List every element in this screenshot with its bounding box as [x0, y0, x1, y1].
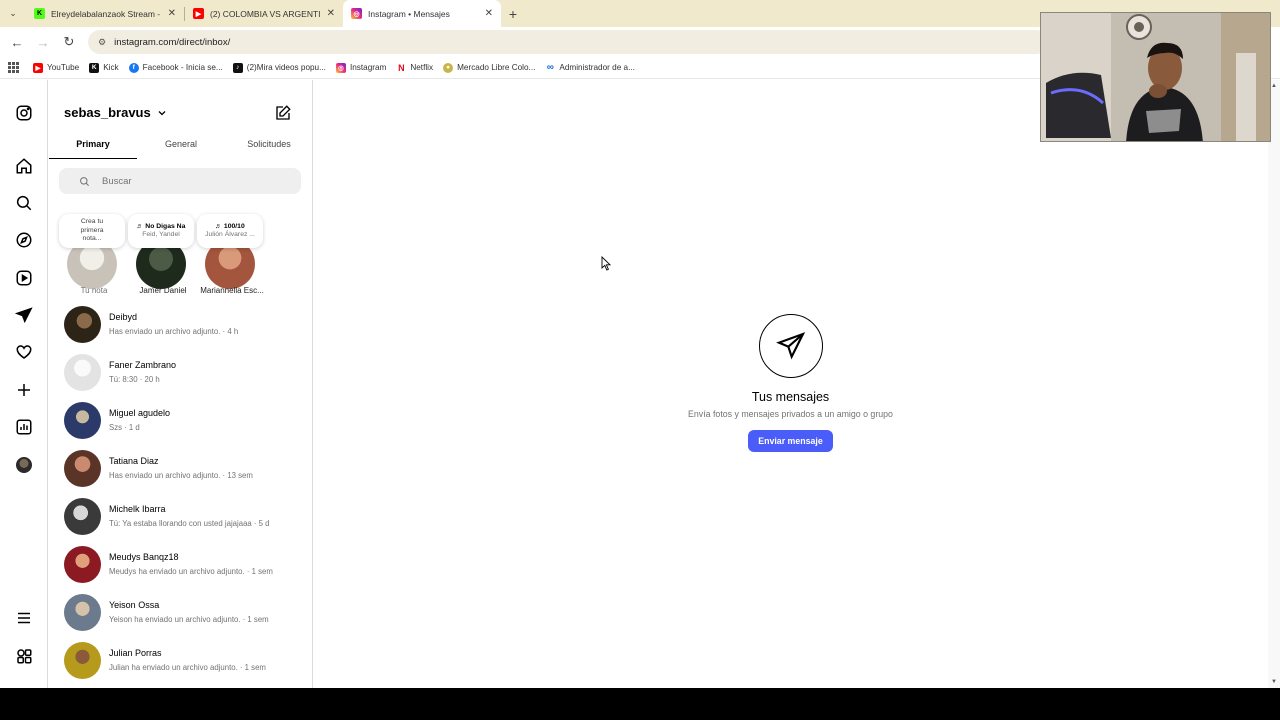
- webcam-image: [1041, 13, 1270, 141]
- avatar: [64, 449, 101, 487]
- menu-icon[interactable]: [14, 608, 34, 628]
- tab-general[interactable]: General: [137, 136, 225, 159]
- reels-icon[interactable]: [14, 268, 34, 288]
- messages-icon[interactable]: [14, 305, 34, 325]
- mercadolibre-icon: ●: [443, 62, 454, 73]
- conversation-pane: Tus mensajes Envía fotos y mensajes priv…: [313, 80, 1268, 688]
- note-bubble[interactable]: ♬ 100/10 Julión Álvarez ...: [197, 214, 263, 248]
- thread-item[interactable]: Michelk Ibarra Tú: Ya estaba llorando con…: [49, 492, 312, 540]
- close-icon[interactable]: ✕: [485, 8, 493, 19]
- username: sebas_bravus: [64, 105, 151, 120]
- netflix-icon: N: [396, 62, 407, 73]
- close-icon[interactable]: ✕: [327, 8, 335, 19]
- avatar: [64, 305, 101, 343]
- profile-avatar[interactable]: [14, 455, 34, 475]
- scroll-down-icon[interactable]: ▼: [1271, 679, 1277, 685]
- instagram-icon: ◎: [335, 62, 346, 73]
- thread-item[interactable]: Meudys Banqz18 Meudys ha enviado un archi…: [49, 540, 312, 588]
- note-name: Mariannella Esc...: [200, 286, 264, 295]
- thread-item[interactable]: Deibyd Has enviado un archivo adjunto. · …: [49, 300, 312, 348]
- avatar: [64, 497, 101, 535]
- bookmark-netflix[interactable]: N Netflix: [396, 62, 433, 73]
- threads-app-icon[interactable]: [14, 646, 34, 666]
- tab-title: Elreydelabalanzaok Stream - W: [51, 8, 162, 19]
- empty-state: Tus mensajes Envía fotos y mensajes priv…: [313, 314, 1268, 452]
- kick-icon: K: [89, 62, 100, 73]
- bookmark-mercadolibre[interactable]: ● Mercado Libre Colo...: [443, 62, 535, 73]
- new-tab-icon[interactable]: +: [501, 6, 525, 22]
- thread-list: Deibyd Has enviado un archivo adjunto. · …: [49, 300, 312, 684]
- bookmark-kick[interactable]: K Kick: [89, 62, 119, 73]
- facebook-icon: f: [128, 62, 139, 73]
- forward-icon[interactable]: →: [32, 31, 54, 53]
- nav-rail: [0, 80, 48, 688]
- meta-icon: ∞: [545, 62, 556, 73]
- address-bar[interactable]: ⚙ instagram.com/direct/inbox/: [88, 30, 1048, 54]
- notes-row: Crea tu primera nota... Tu nota ♬ No Dig…: [59, 214, 303, 298]
- avatar: [64, 641, 101, 679]
- scroll-up-icon[interactable]: ▲: [1271, 83, 1277, 89]
- bookmark-instagram[interactable]: ◎ Instagram: [335, 62, 386, 73]
- mouse-cursor-icon: [601, 256, 611, 271]
- instagram-icon: ◎: [351, 8, 362, 19]
- thread-item[interactable]: Julian Porras Julian ha enviado un archiv…: [49, 636, 312, 684]
- tab-requests[interactable]: Solicitudes: [225, 136, 312, 159]
- search-icon[interactable]: [14, 193, 34, 213]
- new-message-icon[interactable]: [274, 104, 292, 122]
- instagram-logo-icon[interactable]: [14, 103, 34, 123]
- url-text: instagram.com/direct/inbox/: [114, 36, 231, 48]
- empty-subtitle: Envía fotos y mensajes privados a un ami…: [688, 409, 893, 419]
- thread-item[interactable]: Tatiana Diaz Has enviado un archivo adjun…: [49, 444, 312, 492]
- note-bubble[interactable]: ♬ No Digas Na Feid, Yandel: [128, 214, 194, 248]
- create-icon[interactable]: [14, 380, 34, 400]
- search-icon: [80, 176, 89, 186]
- note-bubble[interactable]: Crea tu primera nota...: [59, 214, 125, 248]
- chevron-down-icon: [158, 110, 166, 115]
- search-placeholder: Buscar: [102, 175, 132, 187]
- search-input[interactable]: Buscar: [59, 168, 301, 194]
- bookmark-facebook[interactable]: f Facebook - Inicia se...: [128, 62, 223, 73]
- tab-instagram[interactable]: ◎ Instagram • Mensajes ✕: [343, 0, 501, 27]
- apps-icon[interactable]: [8, 62, 19, 73]
- bookmark-meta[interactable]: ∞ Administrador de a...: [545, 62, 635, 73]
- account-switcher[interactable]: sebas_bravus: [64, 105, 167, 120]
- send-message-button[interactable]: Enviar mensaje: [748, 430, 833, 452]
- thread-item[interactable]: Faner Zambrano Tú: 8:30 · 20 h: [49, 348, 312, 396]
- inbox-panel: sebas_bravus Primary General Solicitudes…: [49, 80, 313, 688]
- avatar: [64, 401, 101, 439]
- tab-title: (2) COLOMBIA VS ARGENTINA: [210, 8, 321, 19]
- tab-primary[interactable]: Primary: [49, 136, 137, 159]
- bookmark-youtube[interactable]: ▶ YouTube: [33, 62, 79, 73]
- avatar: [64, 545, 101, 583]
- back-icon[interactable]: ←: [6, 31, 28, 53]
- tab-youtube[interactable]: ▶ (2) COLOMBIA VS ARGENTINA ✕: [185, 0, 343, 27]
- youtube-icon: ▶: [33, 62, 43, 73]
- close-icon[interactable]: ✕: [168, 8, 176, 19]
- tab-title: Instagram • Mensajes: [368, 8, 450, 19]
- page-scrollbar[interactable]: ▲ ▼: [1268, 80, 1280, 688]
- explore-icon[interactable]: [14, 230, 34, 250]
- tiktok-icon: ♪: [232, 62, 243, 73]
- thread-item[interactable]: Yeison Ossa Yeison ha enviado un archivo …: [49, 588, 312, 636]
- heart-icon[interactable]: [14, 342, 34, 362]
- avatar: [64, 593, 101, 631]
- avatar: [64, 353, 101, 391]
- instagram-page: sebas_bravus Primary General Solicitudes…: [0, 80, 1280, 688]
- inbox-tabs: Primary General Solicitudes: [49, 136, 312, 159]
- youtube-icon: ▶: [193, 8, 204, 19]
- reload-icon[interactable]: ↻: [58, 31, 80, 53]
- bookmark-tiktok[interactable]: ♪ (2)Mira videos popu...: [232, 62, 326, 73]
- tab-search-icon[interactable]: ⌄: [0, 0, 26, 27]
- site-info-icon[interactable]: ⚙: [98, 37, 106, 48]
- empty-title: Tus mensajes: [751, 390, 830, 404]
- tab-kick-stream[interactable]: K Elreydelabalanzaok Stream - W ✕: [26, 0, 184, 27]
- home-icon[interactable]: [14, 156, 34, 176]
- kick-icon: K: [34, 8, 45, 19]
- messenger-icon: [758, 314, 823, 378]
- webcam-overlay: [1040, 12, 1271, 142]
- thread-item[interactable]: Miguel agudelo Szs · 1 d: [49, 396, 312, 444]
- dashboard-icon[interactable]: [14, 417, 34, 437]
